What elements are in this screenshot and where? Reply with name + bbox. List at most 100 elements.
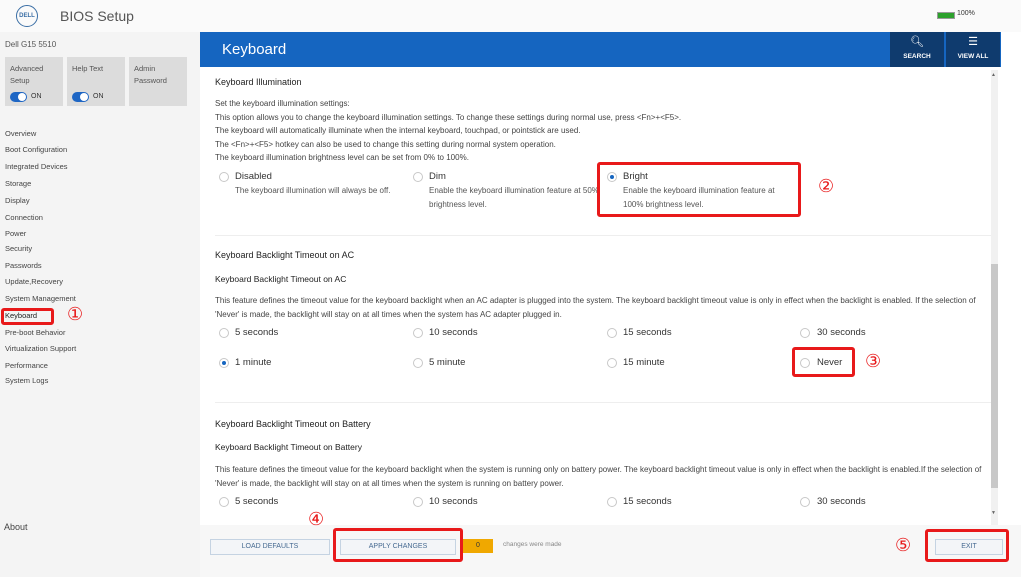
battery-30-seconds-radio[interactable]: [800, 497, 810, 507]
advanced-setup-toggle[interactable]: [10, 92, 27, 102]
section-divider: [215, 235, 991, 236]
ac-15-minute-radio[interactable]: [607, 358, 617, 368]
annotation-marker-3: ③: [865, 351, 882, 372]
model-name: Dell G15 5510: [5, 40, 57, 49]
search-icon: 🔍︎: [910, 36, 924, 48]
dell-logo: DELL: [16, 5, 38, 27]
sidebar-item-pre-boot-behavior[interactable]: Pre-boot Behavior: [5, 328, 65, 337]
help-text-label: Help Text: [72, 64, 104, 73]
illumination-section-title: Keyboard Illumination: [215, 77, 302, 87]
sidebar-item-update-recovery[interactable]: Update,Recovery: [5, 277, 63, 286]
battery-section-title: Keyboard Backlight Timeout on Battery: [215, 419, 371, 429]
ac-subtitle: Keyboard Backlight Timeout on AC: [215, 274, 347, 284]
highlight-keyboard: [1, 308, 54, 325]
annotation-marker-5: ⑤: [895, 535, 912, 556]
illumination-desc-line: The <Fn>+<F5> hotkey can also be used to…: [215, 139, 556, 149]
battery-5-seconds-label[interactable]: 5 seconds: [235, 496, 278, 507]
battery-15-seconds-label[interactable]: 15 seconds: [623, 496, 672, 507]
sidebar-item-integrated-devices[interactable]: Integrated Devices: [5, 162, 68, 171]
advanced-setup-label: Advanced Setup: [10, 64, 44, 85]
sidebar-item-display[interactable]: Display: [5, 196, 30, 205]
annotation-marker-4: ④: [308, 509, 325, 530]
ac-1-minute-label[interactable]: 1 minute: [235, 357, 271, 368]
battery-30-seconds-label[interactable]: 30 seconds: [817, 496, 866, 507]
load-defaults-button[interactable]: LOAD DEFAULTS: [210, 539, 330, 555]
top-bar: DELL BIOS Setup 100%: [0, 0, 1021, 32]
scrollbar-thumb[interactable]: [991, 264, 998, 488]
sidebar: Dell G15 5510 Advanced Setup ON Help Tex…: [0, 32, 200, 577]
search-button[interactable]: 🔍︎ SEARCH: [890, 32, 944, 67]
battery-5-seconds-radio[interactable]: [219, 497, 229, 507]
illumination-desc-line: Set the keyboard illumination settings:: [215, 99, 350, 108]
page-header: Keyboard 🔍︎ SEARCH ☰ VIEW ALL: [200, 32, 1001, 67]
ac-15-seconds-label[interactable]: 15 seconds: [623, 327, 672, 338]
admin-password-card[interactable]: Admin Password: [129, 57, 187, 106]
ac-10-seconds-label[interactable]: 10 seconds: [429, 327, 478, 338]
section-divider: [215, 402, 991, 403]
ac-15-minute-label[interactable]: 15 minute: [623, 357, 665, 368]
sidebar-item-virtualization-support[interactable]: Virtualization Support: [5, 344, 76, 353]
illumination-desc-line: The keyboard will automatically illumina…: [215, 126, 581, 135]
illumination-dim-desc: Enable the keyboard illumination feature…: [429, 186, 599, 209]
view-all-button-label: VIEW ALL: [957, 53, 989, 60]
ac-section-title: Keyboard Backlight Timeout on AC: [215, 250, 355, 260]
ac-5-minute-label[interactable]: 5 minute: [429, 357, 465, 368]
sidebar-item-security[interactable]: Security: [5, 244, 32, 253]
illumination-disabled-radio[interactable]: [219, 172, 229, 182]
sidebar-item-overview[interactable]: Overview: [5, 129, 36, 138]
view-all-icon: ☰: [968, 36, 978, 48]
help-text-toggle[interactable]: [72, 92, 89, 102]
battery-15-seconds-radio[interactable]: [607, 497, 617, 507]
ac-5-seconds-label[interactable]: 5 seconds: [235, 327, 278, 338]
sidebar-item-performance[interactable]: Performance: [5, 361, 48, 370]
sidebar-item-system-logs[interactable]: System Logs: [5, 376, 48, 385]
scroll-up-arrow-icon[interactable]: ▲: [991, 72, 996, 78]
illumination-disabled-label[interactable]: Disabled: [235, 171, 272, 182]
search-button-label: SEARCH: [903, 53, 931, 60]
ac-30-seconds-radio[interactable]: [800, 328, 810, 338]
sidebar-item-connection[interactable]: Connection: [5, 213, 43, 222]
annotation-marker-2: ②: [818, 176, 835, 197]
illumination-dim-label[interactable]: Dim: [429, 171, 446, 182]
sidebar-item-storage[interactable]: Storage: [5, 179, 31, 188]
battery-icon: [937, 12, 955, 19]
scroll-down-arrow-icon[interactable]: ▼: [991, 510, 996, 516]
view-all-button[interactable]: ☰ VIEW ALL: [946, 32, 1000, 67]
changes-made-text: changes were made: [503, 541, 562, 548]
highlight-apply-changes: [333, 528, 463, 562]
illumination-description: Set the keyboard illumination settings: …: [215, 97, 991, 165]
highlight-exit: [925, 529, 1009, 562]
sidebar-item-boot-configuration[interactable]: Boot Configuration: [5, 145, 67, 154]
sidebar-item-system-management[interactable]: System Management: [5, 294, 76, 303]
battery-10-seconds-label[interactable]: 10 seconds: [429, 496, 478, 507]
ac-30-seconds-label[interactable]: 30 seconds: [817, 327, 866, 338]
main-content: Keyboard 🔍︎ SEARCH ☰ VIEW ALL ▲ ▼ Keyboa…: [200, 32, 1021, 577]
battery-description: This feature defines the timeout value f…: [215, 465, 982, 488]
highlight-never: [792, 347, 855, 377]
sidebar-item-about[interactable]: About: [4, 522, 28, 532]
annotation-marker-1: ①: [67, 304, 84, 325]
sidebar-item-passwords[interactable]: Passwords: [5, 261, 42, 270]
illumination-dim-radio[interactable]: [413, 172, 423, 182]
advanced-setup-card[interactable]: Advanced Setup ON: [5, 57, 63, 106]
advanced-setup-state: ON: [31, 93, 42, 100]
highlight-bright: [597, 162, 801, 217]
battery-level: 100%: [957, 10, 975, 17]
ac-10-seconds-radio[interactable]: [413, 328, 423, 338]
help-text-card[interactable]: Help Text ON: [67, 57, 125, 106]
admin-password-label: Admin Password: [134, 64, 167, 85]
battery-10-seconds-radio[interactable]: [413, 497, 423, 507]
change-count-badge: 0: [463, 539, 493, 553]
help-text-state: ON: [93, 93, 104, 100]
illumination-desc-line: This option allows you to change the key…: [215, 112, 682, 122]
ac-15-seconds-radio[interactable]: [607, 328, 617, 338]
battery-subtitle: Keyboard Backlight Timeout on Battery: [215, 442, 362, 452]
ac-5-minute-radio[interactable]: [413, 358, 423, 368]
sidebar-item-power[interactable]: Power: [5, 229, 26, 238]
ac-description: This feature defines the timeout value f…: [215, 296, 976, 319]
page-title: Keyboard: [222, 41, 287, 58]
app-title: BIOS Setup: [60, 8, 134, 24]
illumination-disabled-desc: The keyboard illumination will always be…: [235, 186, 391, 195]
ac-5-seconds-radio[interactable]: [219, 328, 229, 338]
ac-1-minute-radio[interactable]: [219, 358, 229, 368]
